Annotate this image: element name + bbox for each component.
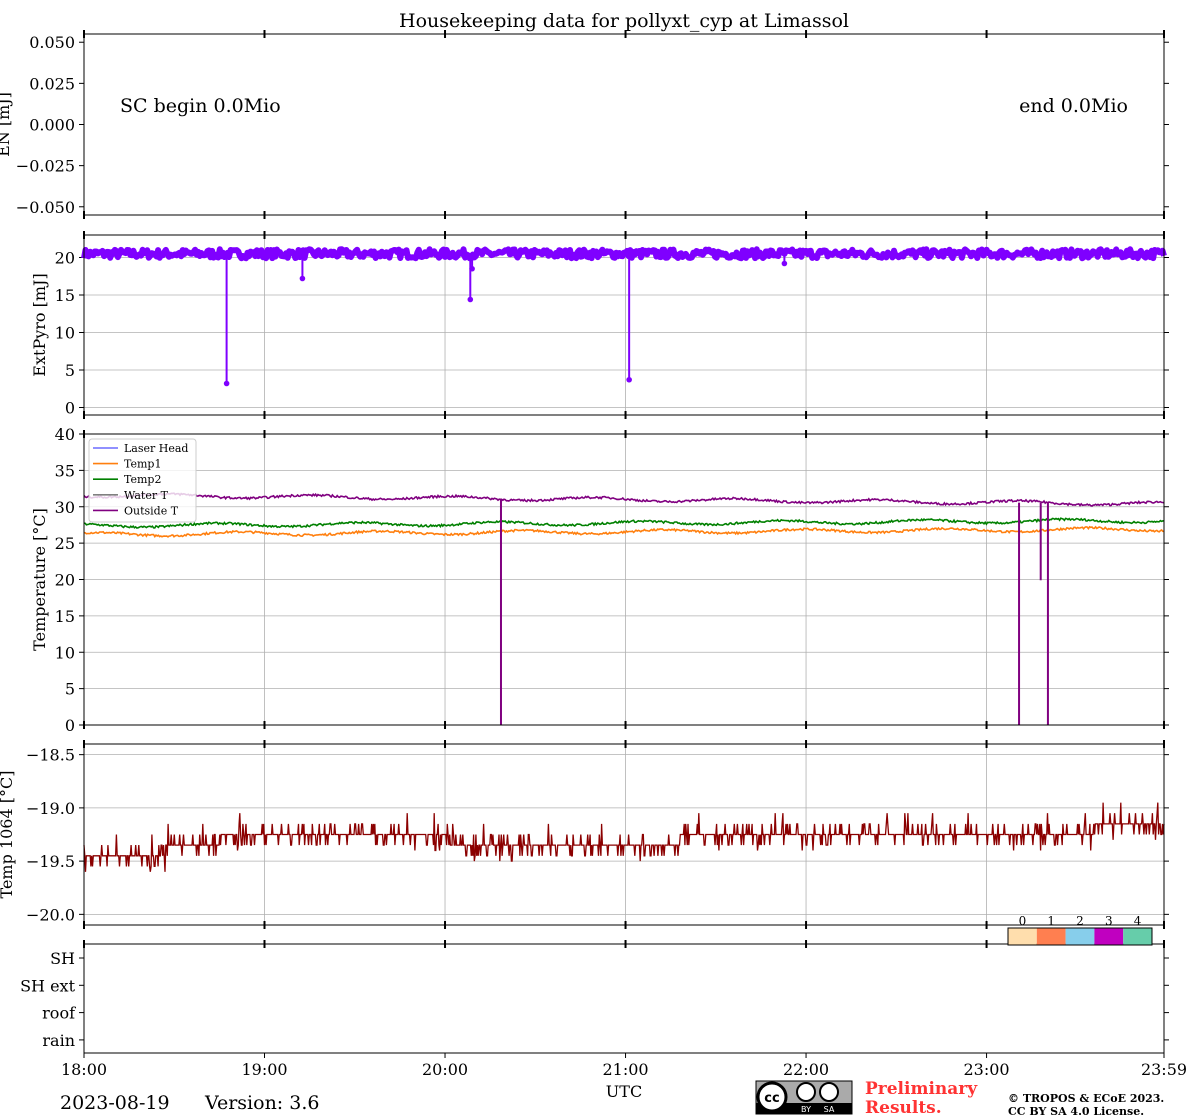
version-label: Version: 3.6 (204, 1092, 319, 1114)
extpyro-dip-point (469, 265, 475, 272)
y-tick-label: 0.000 (29, 116, 75, 135)
category-label: rain (42, 1031, 75, 1050)
y-tick-label: 20 (55, 571, 75, 590)
y-axis-label: ExtPyro [mJ] (30, 273, 49, 376)
x-tick-label: 20:00 (422, 1060, 468, 1079)
colorbar-tick-label: 2 (1076, 914, 1084, 928)
date-label: 2023-08-19 (60, 1092, 170, 1114)
x-tick-label: 19:00 (241, 1060, 287, 1079)
x-tick-label: 23:00 (964, 1060, 1010, 1079)
annotation-end: end 0.0Mio (1019, 95, 1128, 117)
x-tick-label: 21:00 (602, 1060, 648, 1079)
y-tick-label: 0 (65, 716, 75, 735)
y-tick-label: 10 (55, 643, 75, 662)
colorbar-cell (1008, 928, 1037, 945)
panel-4: 18:00 19:00 20:00 21:00 22:00 23:00 23:59 SH SH … (20, 914, 1187, 1079)
y-tick-label: 0.025 (29, 74, 75, 93)
y-axis-label: Temperature [°C] (30, 508, 49, 651)
colorbar-tick-label: 0 (1019, 914, 1027, 928)
chart-legend: Laser Head Temp1 Temp2 Water T Outside T (88, 438, 197, 523)
extpyro-series-line (81, 246, 1167, 262)
housekeeping-figure: Housekeeping data for pollyxt_cyp at Lim… (0, 10, 1187, 1118)
y-tick-label: 0 (65, 399, 75, 418)
legend-entry: Water T (124, 489, 169, 502)
y-tick-label: 15 (55, 286, 75, 305)
panel-1: 0 5 10 15 20 ExtPyro [mJ] (30, 231, 1169, 419)
extpyro-dip-point (299, 275, 306, 282)
cc-license-icon: cc BY SA (755, 1080, 853, 1115)
axes-frame (83, 943, 1165, 1054)
series-line-temp1 (83, 525, 1164, 538)
panel-3: −20.0 −19.5 −19.0 −18.5 Temp 1064 [°C] (0, 740, 1169, 929)
colorbar-cell (1094, 928, 1124, 945)
legend-entry: Temp2 (124, 473, 161, 486)
y-tick-label: 5 (65, 361, 75, 380)
y-tick-label: 35 (55, 461, 75, 480)
series-line-temp2 (83, 517, 1165, 529)
copyright-label: © TROPOS & ECoE 2023. (1008, 1092, 1164, 1105)
x-tick-label: 18:00 (61, 1060, 107, 1079)
y-tick-label: 0.050 (29, 33, 75, 52)
figure-title: Housekeeping data for pollyxt_cyp at Lim… (399, 10, 849, 32)
extpyro-dip-point (467, 296, 474, 303)
cc-sa-text: SA (824, 1105, 835, 1114)
y-tick-label: −19.0 (26, 799, 75, 818)
y-tick-label: 15 (55, 607, 75, 626)
axes-frame (83, 234, 1165, 416)
status-colorbar: 0 1 2 3 4 (1007, 914, 1153, 946)
axes-frame (83, 33, 1165, 216)
y-axis-label: Temp 1064 [°C] (0, 771, 16, 899)
legend-entry: Temp1 (124, 458, 161, 471)
colorbar-tick-label: 4 (1134, 914, 1142, 928)
license-label: CC BY SA 4.0 License. (1008, 1105, 1144, 1118)
y-tick-label: −18.5 (26, 746, 75, 765)
legend-entry: Laser Head (124, 442, 188, 455)
y-tick-label: −20.0 (26, 905, 75, 924)
svg-text:cc: cc (764, 1091, 779, 1106)
series-line-outside-t (83, 492, 1165, 507)
colorbar-cell (1065, 928, 1095, 945)
panel-2: 0 5 10 15 20 25 30 35 40 Temperature [°C] Laser He… (30, 425, 1169, 735)
legend-entry: Outside T (124, 504, 179, 517)
category-label: roof (42, 1004, 76, 1023)
y-tick-label: 25 (55, 534, 75, 553)
extpyro-dip-point (781, 260, 788, 267)
x-tick-label: 23:59 (1141, 1060, 1187, 1079)
y-tick-label: −0.025 (16, 157, 75, 176)
category-label: SH ext (20, 976, 75, 995)
y-axis-label: EN [mJ] (0, 92, 13, 157)
colorbar-cell (1123, 928, 1152, 945)
cc-by-text: BY (801, 1105, 811, 1114)
y-tick-label: 30 (55, 498, 75, 517)
y-tick-label: −0.050 (16, 198, 75, 217)
x-axis-label: UTC (606, 1082, 642, 1101)
y-tick-label: 5 (65, 680, 75, 699)
y-tick-label: 40 (55, 425, 75, 444)
y-tick-label: −19.5 (26, 852, 75, 871)
extpyro-dip-point (626, 376, 632, 383)
x-tick-label: 22:00 (783, 1060, 829, 1079)
y-tick-label: 20 (55, 249, 75, 268)
annotation-sc-begin: SC begin 0.0Mio (120, 95, 281, 117)
y-tick-label: 10 (55, 324, 75, 343)
preliminary-label: Preliminary Results. (865, 1079, 983, 1118)
panel-0: −0.050 −0.025 0.000 0.025 0.050 EN [mJ] SC beg… (0, 30, 1169, 219)
colorbar-tick-label: 3 (1105, 914, 1113, 928)
category-label: SH (50, 949, 75, 968)
colorbar-cell (1036, 928, 1066, 945)
colorbar-tick-label: 1 (1047, 914, 1055, 928)
extpyro-dip-point (223, 380, 230, 387)
